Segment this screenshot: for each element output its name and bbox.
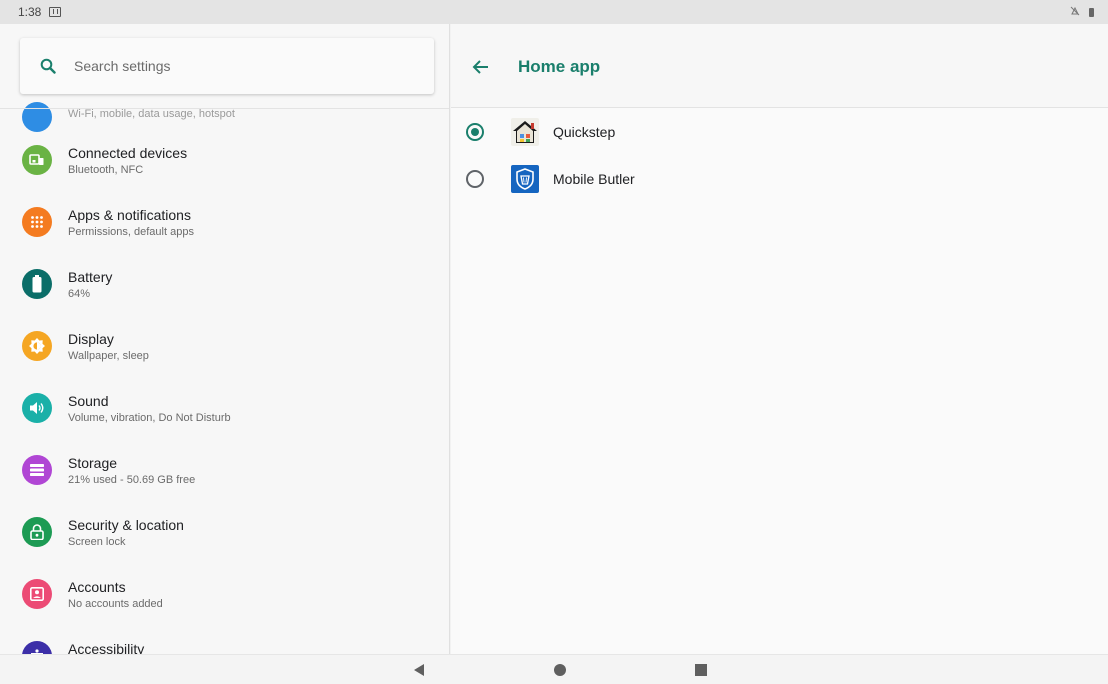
accessibility-icon — [22, 641, 52, 654]
settings-item-accessibility[interactable]: Accessibility — [0, 625, 449, 654]
radio-button-selected[interactable] — [466, 123, 484, 141]
back-nav-icon[interactable] — [412, 663, 426, 677]
wifi-icon — [22, 102, 52, 132]
settings-item-title: Security & location — [68, 517, 184, 533]
home-app-option-mobile-butler[interactable]: Mobile Butler — [451, 156, 1108, 202]
option-label: Quickstep — [553, 124, 616, 140]
settings-item-sound[interactable]: Sound Volume, vibration, Do Not Disturb — [0, 377, 449, 439]
settings-item-connected-devices[interactable]: Connected devices Bluetooth, NFC — [0, 129, 449, 191]
settings-item-storage[interactable]: Storage 21% used - 50.69 GB free — [0, 439, 449, 501]
settings-item-summary: Permissions, default apps — [68, 226, 194, 238]
recents-nav-icon[interactable] — [694, 663, 708, 677]
search-icon — [40, 58, 56, 74]
settings-item-battery[interactable]: Battery 64% — [0, 253, 449, 315]
settings-item-summary: 21% used - 50.69 GB free — [68, 474, 196, 486]
apps-icon — [22, 207, 52, 237]
settings-item-title: Accessibility — [68, 641, 145, 654]
settings-item-accounts[interactable]: Accounts No accounts added — [0, 563, 449, 625]
settings-item-title: Sound — [68, 393, 109, 409]
status-bar: 1:38 — [0, 0, 1108, 24]
settings-item-display[interactable]: Display Wallpaper, sleep — [0, 315, 449, 377]
settings-item-summary: Volume, vibration, Do Not Disturb — [68, 412, 231, 424]
settings-item-title: Apps & notifications — [68, 207, 191, 223]
settings-item-summary: No accounts added — [68, 598, 163, 610]
settings-item-summary: 64% — [68, 288, 91, 300]
settings-item-title: Storage — [68, 455, 118, 471]
settings-item-summary: Wallpaper, sleep — [68, 350, 149, 362]
settings-item-title: Connected devices — [68, 145, 188, 161]
battery-icon — [22, 269, 52, 299]
notification-icon — [49, 7, 62, 17]
battery-icon — [1089, 7, 1094, 17]
alarm-off-icon — [1069, 5, 1081, 20]
app-bar: Home app — [451, 24, 1108, 108]
brightness-icon — [22, 331, 52, 361]
settings-list-pane[interactable]: Wi-Fi, mobile, data usage, hotspot Conne… — [0, 24, 450, 654]
radio-button[interactable] — [466, 170, 484, 188]
back-arrow-icon[interactable] — [469, 55, 493, 79]
settings-item-summary: Screen lock — [68, 536, 126, 548]
settings-item-security-location[interactable]: Security & location Screen lock — [0, 501, 449, 563]
search-bar[interactable] — [20, 38, 434, 94]
settings-item-title: Display — [68, 331, 114, 347]
option-label: Mobile Butler — [553, 171, 635, 187]
navigation-bar — [0, 654, 1108, 684]
home-app-option-quickstep[interactable]: Quickstep — [451, 109, 1108, 155]
settings-item-summary: Wi-Fi, mobile, data usage, hotspot — [68, 108, 235, 120]
settings-item-apps-notifications[interactable]: Apps & notifications Permissions, defaul… — [0, 191, 449, 253]
home-app-pane: Home app Quickstep Mobile Butler — [451, 24, 1108, 654]
search-input[interactable] — [74, 58, 374, 74]
settings-item-summary: Bluetooth, NFC — [68, 164, 144, 176]
settings-item-title: Accounts — [68, 579, 126, 595]
volume-icon — [22, 393, 52, 423]
account-icon — [22, 579, 52, 609]
quickstep-icon — [511, 118, 539, 146]
home-nav-icon[interactable] — [553, 663, 567, 677]
search-divider — [0, 108, 449, 109]
settings-item-title: Battery — [68, 269, 113, 285]
lock-icon — [22, 517, 52, 547]
status-time: 1:38 — [18, 5, 42, 19]
devices-icon — [22, 145, 52, 175]
page-title: Home app — [518, 57, 601, 76]
mobile-butler-icon — [511, 165, 539, 193]
storage-icon — [22, 455, 52, 485]
